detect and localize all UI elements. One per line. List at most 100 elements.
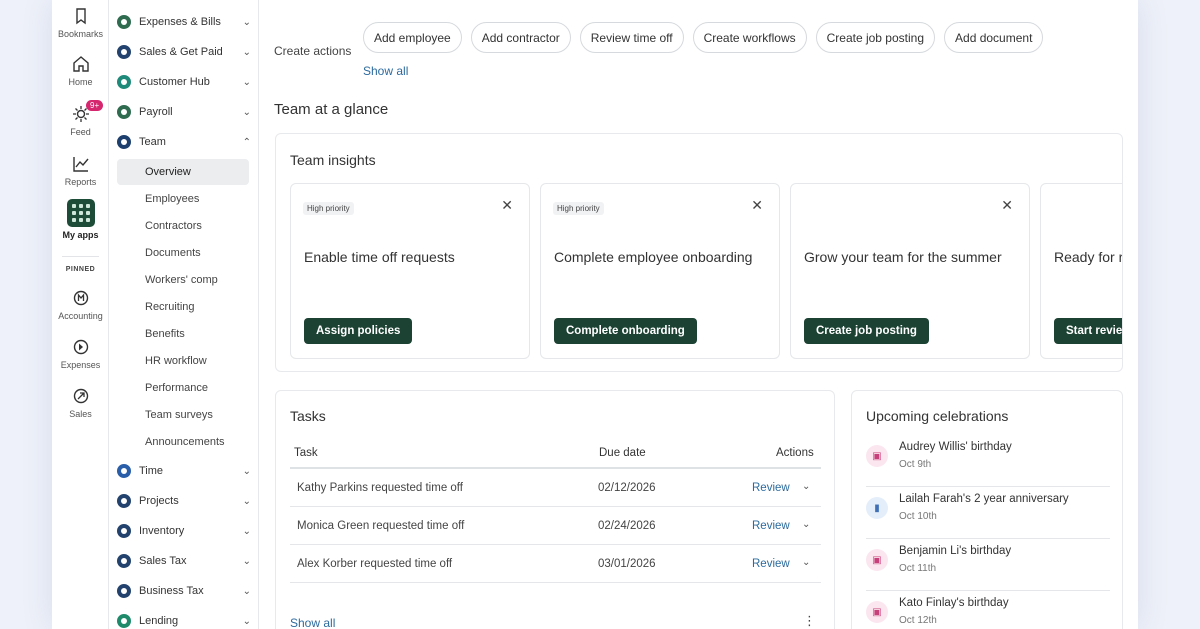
celebration-name: Audrey Willis' birthday (899, 441, 1012, 453)
add-contractor-button[interactable]: Add contractor (470, 22, 571, 53)
nav-sub-workers-comp[interactable]: Workers' comp (117, 267, 249, 293)
rail-accounting[interactable]: Accounting (52, 288, 109, 321)
more-options-icon[interactable]: ⋮ (803, 613, 816, 629)
priority-badge: High priority (303, 202, 354, 215)
rail-bookmarks[interactable]: Bookmarks (52, 6, 109, 39)
celebration-name: Kato Finlay's birthday (899, 597, 1009, 609)
rail-my-apps-label: My apps (62, 230, 99, 240)
rail-home[interactable]: Home (52, 54, 109, 87)
nav-item-lending[interactable]: Lending ⌄ (117, 608, 251, 629)
apps-grid-icon (66, 199, 95, 227)
rail-sales[interactable]: Sales (52, 386, 109, 419)
nav-item-label: Projects (139, 495, 179, 507)
celebrations-title: Upcoming celebrations (866, 408, 1009, 424)
add-document-button[interactable]: Add document (944, 22, 1044, 53)
review-link[interactable]: Review (752, 482, 790, 494)
close-icon[interactable]: ✕ (501, 197, 513, 214)
team-icon (117, 135, 131, 149)
nav-sub-overview[interactable]: Overview (117, 159, 249, 185)
nav-item-sales-tax[interactable]: Sales Tax ⌄ (117, 548, 251, 574)
nav-item-projects[interactable]: Projects ⌄ (117, 488, 251, 514)
celebration-date: Oct 12th (899, 615, 937, 626)
task-cell: Alex Korber requested time off (297, 558, 453, 570)
nav-sub-documents[interactable]: Documents (117, 240, 249, 266)
review-link[interactable]: Review (752, 558, 790, 570)
nav-item-team[interactable]: Team ⌃ (117, 129, 251, 155)
nav-item-time[interactable]: Time ⌄ (117, 458, 251, 484)
expenses-bills-icon (117, 15, 131, 29)
column-header-task: Task (294, 447, 318, 459)
chevron-down-icon: ⌄ (242, 46, 251, 58)
create-job-posting-button[interactable]: Create job posting (815, 22, 936, 53)
table-row: Monica Green requested time off 02/24/20… (290, 507, 821, 545)
column-header-due-date: Due date (599, 447, 646, 459)
main-content: Create actions Add employee Add contract… (259, 0, 1138, 629)
customer-hub-icon (117, 75, 131, 89)
nav-sub-performance[interactable]: Performance (117, 375, 249, 401)
due-date-cell: 02/24/2026 (598, 520, 656, 532)
create-job-posting-card-button[interactable]: Create job posting (804, 318, 929, 344)
review-time-off-button[interactable]: Review time off (579, 22, 684, 53)
insight-card-title: Ready for review? (1054, 249, 1123, 265)
chevron-down-icon[interactable]: ⌄ (802, 481, 810, 492)
rail-sales-label: Sales (69, 409, 92, 419)
rail-reports[interactable]: Reports (52, 154, 109, 187)
rail-my-apps[interactable]: My apps (52, 199, 109, 240)
nav-item-inventory[interactable]: Inventory ⌄ (117, 518, 251, 544)
expenses-icon (73, 339, 88, 355)
nav-item-sales-get-paid[interactable]: Sales & Get Paid ⌄ (117, 39, 251, 65)
close-icon[interactable]: ✕ (751, 197, 763, 214)
chevron-down-icon: ⌄ (242, 16, 251, 28)
nav-item-label: Payroll (139, 106, 173, 118)
tasks-show-all-link[interactable]: Show all (290, 616, 335, 629)
task-cell: Monica Green requested time off (297, 520, 465, 532)
nav-sub-recruiting[interactable]: Recruiting (117, 294, 249, 320)
list-item: ▣ Audrey Willis' birthday Oct 9th (866, 435, 1110, 487)
create-actions-show-all-link[interactable]: Show all (363, 64, 408, 78)
rail-expenses[interactable]: Expenses (52, 337, 109, 370)
nav-sub-team-surveys[interactable]: Team surveys (117, 402, 249, 428)
list-item: ▣ Benjamin Li's birthday Oct 11th (866, 539, 1110, 591)
nav-sub-hr-workflow[interactable]: HR workflow (117, 348, 249, 374)
nav-item-payroll[interactable]: Payroll ⌄ (117, 99, 251, 125)
insight-card: High priority ✕ Complete employee onboar… (540, 183, 780, 359)
nav-sub-employees[interactable]: Employees (117, 186, 249, 212)
assign-policies-button[interactable]: Assign policies (304, 318, 413, 344)
nav-sub-announcements[interactable]: Announcements (117, 429, 249, 455)
complete-onboarding-button[interactable]: Complete onboarding (554, 318, 697, 344)
nav-item-customer-hub[interactable]: Customer Hub ⌄ (117, 69, 251, 95)
nav-item-expenses-bills[interactable]: Expenses & Bills ⌄ (117, 9, 251, 35)
cake-icon: ▣ (866, 549, 888, 571)
rail-feed-label: Feed (70, 127, 91, 137)
add-employee-button[interactable]: Add employee (363, 22, 462, 53)
list-item: ▣ Kato Finlay's birthday Oct 12th (866, 591, 1110, 629)
nav-item-label: Business Tax (139, 585, 204, 597)
chevron-down-icon: ⌄ (242, 555, 251, 567)
rail-divider (62, 256, 99, 257)
nav-sub-benefits[interactable]: Benefits (117, 321, 249, 347)
rail-feed[interactable]: 9+ Feed (52, 100, 109, 137)
celebration-date: Oct 11th (899, 563, 937, 574)
chevron-down-icon: ⌄ (242, 76, 251, 88)
chevron-down-icon: ⌄ (242, 465, 251, 477)
cake-icon: ▣ (866, 601, 888, 623)
team-at-a-glance-title: Team at a glance (274, 101, 389, 118)
review-link[interactable]: Review (752, 520, 790, 532)
chevron-down-icon[interactable]: ⌄ (802, 519, 810, 530)
cake-icon: ▣ (866, 445, 888, 467)
create-workflows-button[interactable]: Create workflows (692, 22, 807, 53)
anniversary-icon: ▮ (866, 497, 888, 519)
start-review-button[interactable]: Start review (1054, 318, 1122, 344)
sales-icon (73, 388, 88, 404)
nav-item-business-tax[interactable]: Business Tax ⌄ (117, 578, 251, 604)
table-row: Kathy Parkins requested time off 02/12/2… (290, 469, 821, 507)
nav-sub-contractors[interactable]: Contractors (117, 213, 249, 239)
insight-card-title: Enable time off requests (304, 249, 455, 265)
close-icon[interactable]: ✕ (1001, 197, 1013, 214)
insight-card: ✕ Grow your team for the summer Create j… (790, 183, 1030, 359)
chevron-down-icon[interactable]: ⌄ (802, 557, 810, 568)
pinned-label: PINNED (65, 266, 96, 273)
chevron-down-icon: ⌄ (242, 495, 251, 507)
tasks-panel: Tasks Task Due date Actions Kathy Parkin… (275, 390, 835, 629)
nav-column: Expenses & Bills ⌄ Sales & Get Paid ⌄ Cu… (109, 0, 259, 629)
